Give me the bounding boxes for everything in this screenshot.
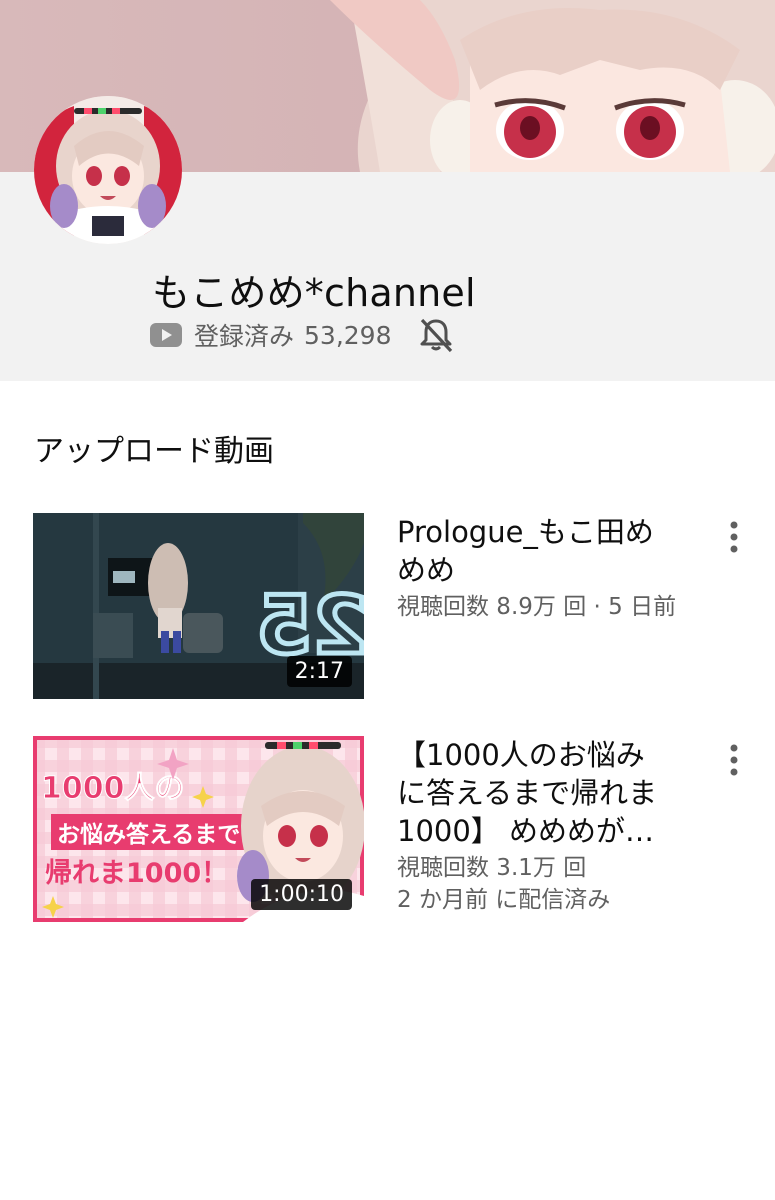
thumbnail-text: お悩み答えるまで: [57, 821, 240, 848]
video-meta[interactable]: 【1000人のお悩み に答えるまで帰れま 1000】 めめめが… 視聴回数 3.…: [397, 736, 717, 916]
video-title-line: めめ: [397, 553, 456, 587]
video-thumbnail[interactable]: 1000人の お悩み答えるまで 帰れま1000！ 1:00:10: [33, 736, 364, 922]
video-duration: 1:00:10: [251, 879, 352, 910]
video-duration: 2:17: [286, 656, 352, 687]
video-item[interactable]: 25 2:17 Prologue_もこ田め めめ 視聴回数 8.9万 回 · 5…: [0, 513, 775, 703]
video-title-line: に答えるまで帰れま: [397, 776, 658, 810]
video-meta[interactable]: Prologue_もこ田め めめ 視聴回数 8.9万 回 · 5 日前: [397, 513, 717, 623]
youtube-icon: [150, 323, 182, 347]
subscribed-label[interactable]: 登録済み: [194, 317, 294, 353]
section-title: アップロード動画: [34, 434, 274, 469]
thumbnail-text: 帰れま1000！: [45, 858, 228, 889]
more-vert-icon[interactable]: [724, 740, 744, 780]
video-date: 2 か月前 に配信済み: [397, 887, 611, 913]
channel-name: もこめめ*channel: [152, 271, 476, 315]
video-title-line: 【1000人のお悩み: [397, 738, 645, 772]
video-item[interactable]: 1000人の お悩み答えるまで 帰れま1000！ 1:00:10 【1000人の…: [0, 736, 775, 926]
video-title-line: 1000】 めめめが…: [397, 814, 655, 848]
channel-avatar[interactable]: [34, 96, 182, 244]
subscription-row: 登録済み 53,298: [150, 314, 456, 356]
avatar-art: [34, 96, 182, 244]
video-thumbnail[interactable]: 25 2:17: [33, 513, 364, 699]
video-title-line: Prologue_もこ田め: [397, 515, 654, 549]
subscriber-count: 53,298: [304, 320, 392, 350]
video-title[interactable]: Prologue_もこ田め めめ: [397, 513, 717, 589]
video-title[interactable]: 【1000人のお悩み に答えるまで帰れま 1000】 めめめが…: [397, 736, 717, 850]
more-vert-icon[interactable]: [724, 517, 744, 557]
video-stats: 視聴回数 8.9万 回 · 5 日前: [397, 594, 677, 620]
bell-off-icon[interactable]: [416, 315, 456, 355]
thumbnail-text: 1000人の: [41, 771, 185, 806]
video-stats: 視聴回数 3.1万 回: [397, 855, 587, 881]
